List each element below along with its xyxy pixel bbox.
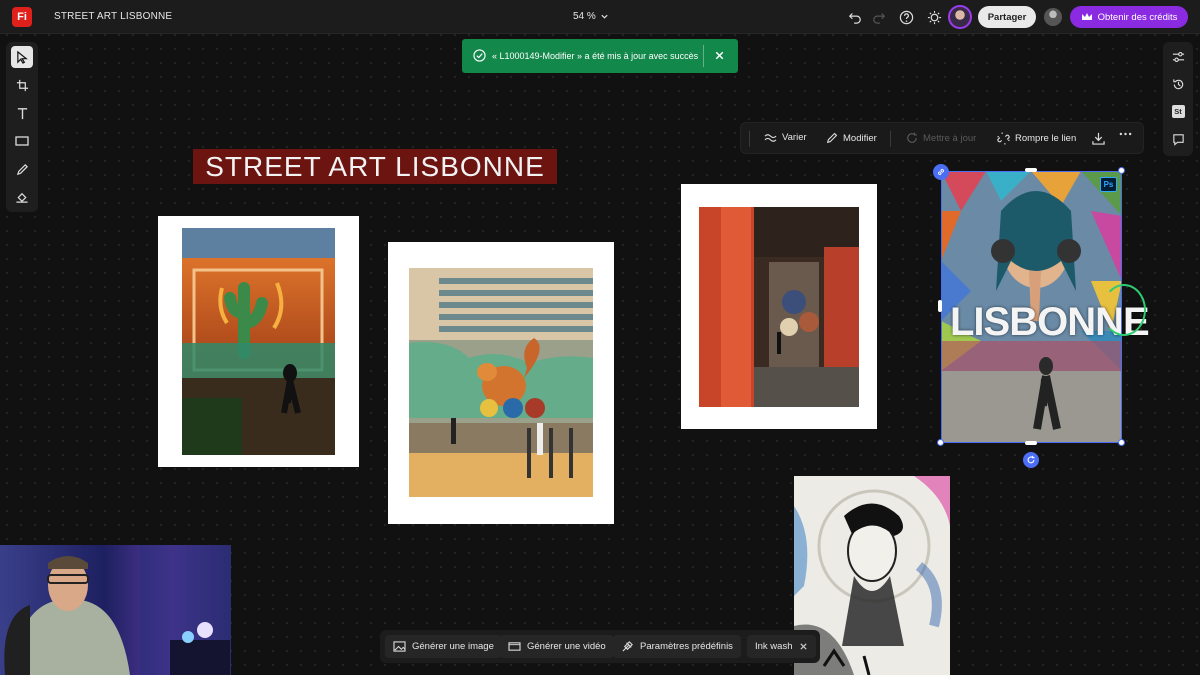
close-icon[interactable] [799, 642, 808, 651]
history-button[interactable] [1167, 73, 1189, 95]
download-button[interactable] [1092, 132, 1105, 145]
toast-divider [703, 45, 704, 67]
vary-label: Varier [782, 132, 807, 143]
download-icon [1092, 132, 1105, 145]
generation-bar: Générer une image Générer une vidéo Para… [380, 630, 820, 663]
help-icon[interactable] [897, 8, 915, 26]
top-bar: Fi STREET ART LISBONNE 54 % Partager Obt… [0, 0, 1200, 34]
artboard-tool[interactable] [11, 74, 33, 96]
linked-badge[interactable] [933, 164, 949, 180]
cactus-mural-photo [182, 228, 335, 455]
toolbar-divider [749, 131, 750, 147]
adjustments-button[interactable] [1167, 46, 1189, 68]
photo-card-red-pillars[interactable] [681, 184, 877, 429]
zoom-control[interactable]: 54 % [573, 11, 609, 22]
wave-icon [764, 133, 777, 142]
history-icon [1172, 78, 1183, 89]
rotate-icon [1027, 455, 1035, 464]
red-pillars-photo [699, 207, 859, 407]
update-button[interactable]: Mettre à jour [906, 132, 976, 144]
pointer-icon [16, 50, 28, 64]
selection-frame [941, 171, 1122, 443]
pencil-icon [826, 132, 838, 144]
right-rail: St [1163, 42, 1193, 156]
generate-image-button[interactable]: Générer une image [385, 635, 502, 658]
shape-tool[interactable] [11, 130, 33, 152]
zoom-level: 54 % [573, 11, 596, 22]
stock-icon: St [1171, 104, 1185, 118]
generate-video-button[interactable]: Générer une vidéo [500, 635, 614, 658]
style-chip-label: Ink wash [755, 641, 793, 652]
presets-label: Paramètres prédéfinis [640, 641, 733, 652]
style-chip[interactable]: Ink wash [747, 635, 816, 658]
text-icon [17, 107, 27, 119]
unlink-label: Rompre le lien [1015, 133, 1077, 144]
stock-button[interactable]: St [1167, 100, 1189, 122]
update-label: Mettre à jour [923, 132, 977, 144]
check-circle-icon [473, 49, 486, 62]
rectangle-icon [15, 136, 29, 146]
context-toolbar: Varier Modifier Mettre à jour Rompre le … [740, 122, 1144, 154]
success-toast: « L1000149-Modifier » a été mis à jour a… [462, 39, 738, 73]
artboard-icon [16, 79, 28, 91]
broken-link-icon [997, 132, 1010, 145]
resize-handle[interactable] [937, 439, 944, 446]
more-options-button[interactable] [1119, 132, 1132, 136]
app-logo[interactable]: Fi [12, 7, 32, 27]
rotate-handle[interactable] [1023, 452, 1039, 468]
resize-handle[interactable] [1118, 167, 1125, 174]
vary-button[interactable]: Varier [764, 132, 807, 143]
collaborator-avatar[interactable] [1044, 8, 1062, 26]
tool-rail [6, 42, 38, 212]
toolbar-divider [890, 131, 891, 147]
comments-button[interactable] [1167, 128, 1189, 150]
chevron-down-icon [601, 14, 608, 19]
more-horizontal-icon [1119, 132, 1132, 136]
edit-button[interactable]: Modifier [826, 132, 877, 144]
squirrel-mural-photo [409, 268, 593, 497]
refresh-icon [907, 132, 917, 143]
photo-card-squirrel-mural[interactable] [388, 242, 614, 524]
draw-tool[interactable] [11, 158, 33, 180]
share-button[interactable]: Partager [978, 6, 1036, 28]
lightbulb-icon[interactable] [925, 8, 943, 26]
unlink-button[interactable]: Rompre le lien [997, 132, 1076, 145]
edge-handle-top[interactable] [1025, 168, 1037, 172]
user-avatar[interactable] [948, 5, 972, 29]
select-tool[interactable] [11, 46, 33, 68]
document-title[interactable]: STREET ART LISBONNE [54, 11, 172, 22]
cursor-highlight [1102, 284, 1146, 336]
edit-label: Modifier [843, 132, 877, 144]
title-banner[interactable]: STREET ART LISBONNE [193, 149, 557, 184]
redo-icon[interactable] [870, 8, 888, 26]
undo-icon[interactable] [846, 8, 864, 26]
photoshop-badge-icon[interactable]: Ps [1100, 177, 1117, 192]
edge-handle-left[interactable] [938, 300, 942, 312]
presets-button[interactable]: Paramètres prédéfinis [613, 635, 741, 658]
fill-tool[interactable] [11, 186, 33, 208]
toast-message: « L1000149-Modifier » a été mis à jour a… [492, 51, 699, 61]
link-icon [938, 169, 944, 175]
video-icon [508, 642, 521, 651]
generate-video-label: Générer une vidéo [527, 641, 606, 652]
resize-handle[interactable] [1118, 439, 1125, 446]
sliders-icon [1172, 51, 1184, 63]
webcam-overlay [0, 545, 231, 675]
close-icon[interactable] [713, 49, 726, 62]
pen-icon [16, 163, 28, 175]
image-icon [393, 641, 406, 652]
get-credits-label: Obtenir des crédits [1097, 11, 1178, 23]
presets-icon [622, 641, 633, 652]
text-tool[interactable] [11, 102, 33, 124]
comment-icon [1172, 133, 1184, 146]
photo-card-cactus-mural[interactable] [158, 216, 359, 467]
edge-handle-bottom[interactable] [1025, 441, 1037, 445]
paint-bucket-icon [16, 192, 28, 203]
get-credits-button[interactable]: Obtenir des crédits [1070, 6, 1188, 28]
generate-image-label: Générer une image [412, 641, 494, 652]
crown-icon [1081, 13, 1092, 20]
